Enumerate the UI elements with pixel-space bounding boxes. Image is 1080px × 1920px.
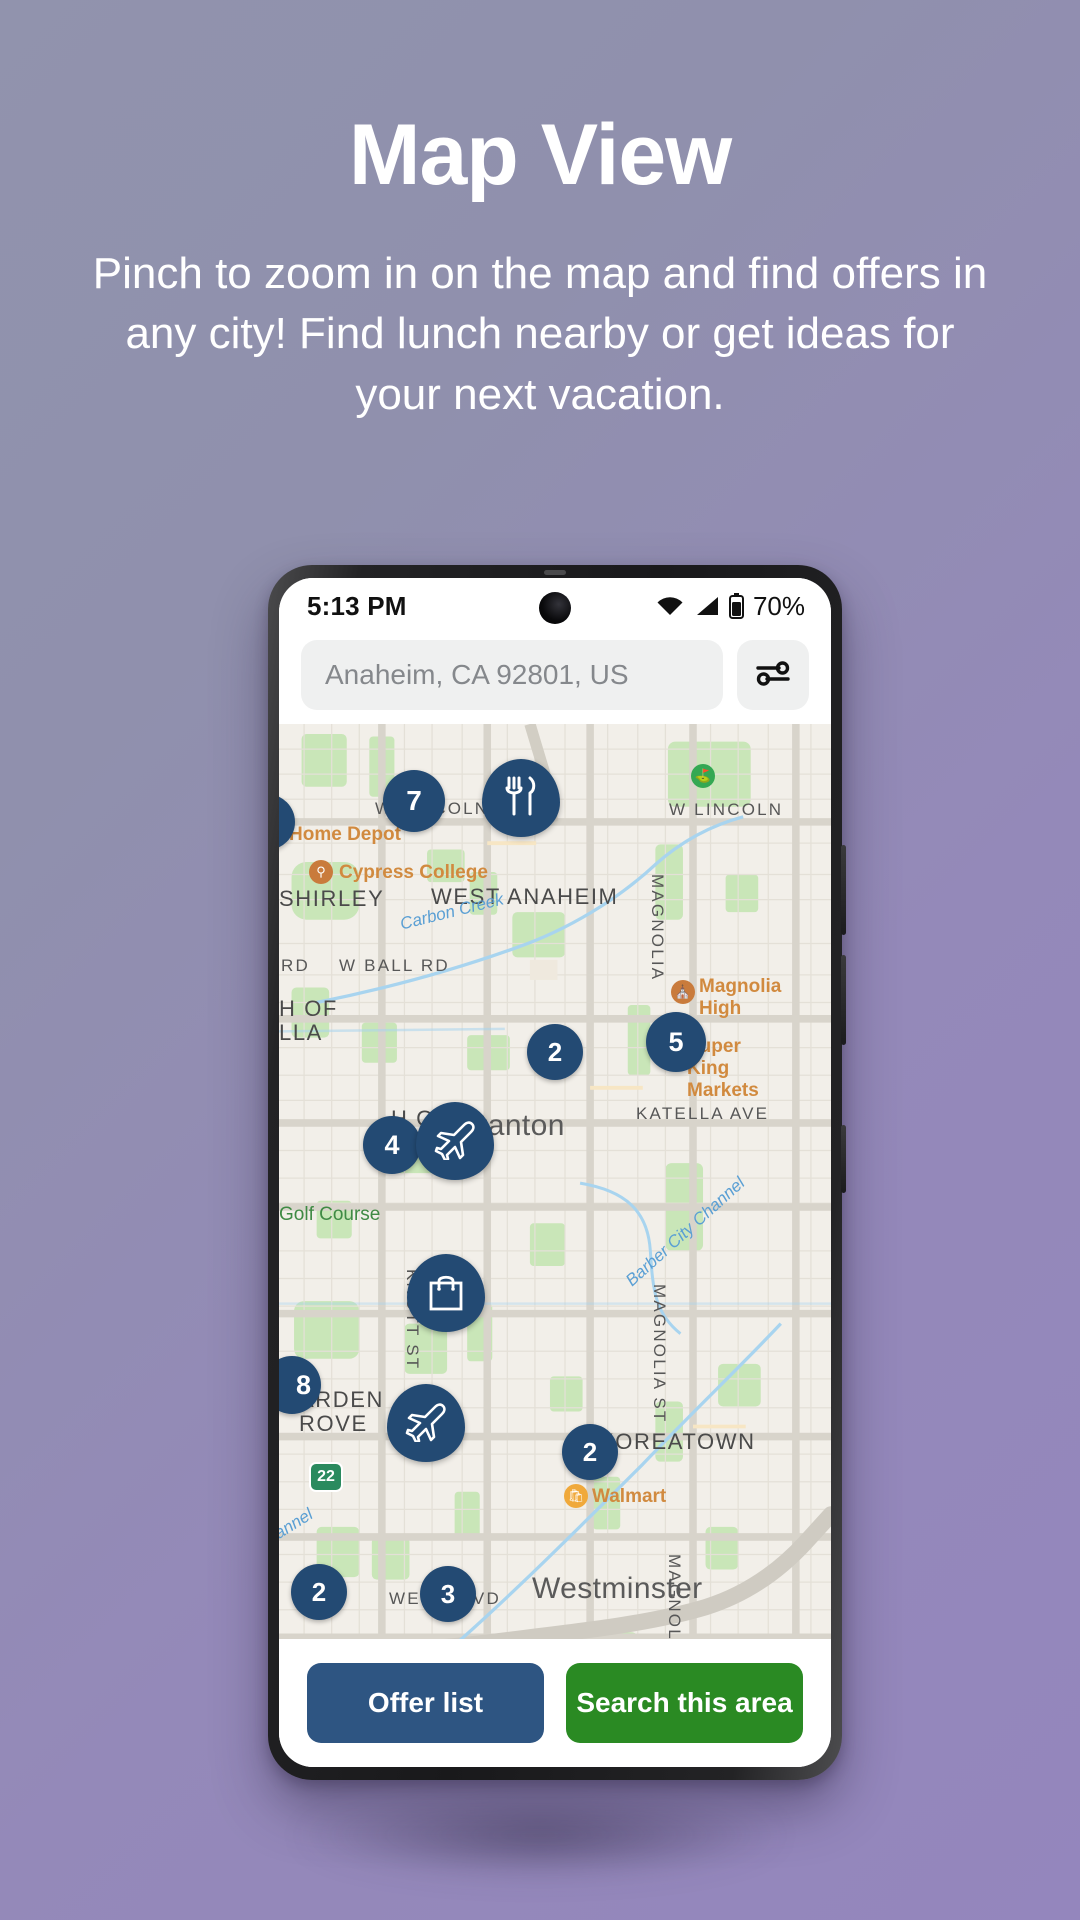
offer-list-button[interactable]: Offer list xyxy=(307,1663,544,1743)
cluster-count: 2 xyxy=(582,1436,598,1467)
phone-shadow xyxy=(290,1790,790,1880)
map-cluster-marker[interactable]: 7 xyxy=(383,770,445,832)
map-tiles xyxy=(279,724,831,1639)
volume-down-button[interactable] xyxy=(841,955,846,1045)
map-pin-travel[interactable] xyxy=(416,1102,494,1204)
park-icon: ⛳ xyxy=(691,764,715,788)
front-camera-punchhole xyxy=(539,592,571,624)
search-this-area-button[interactable]: Search this area xyxy=(566,1663,803,1743)
cluster-count: 5 xyxy=(668,1026,684,1057)
map-cluster-marker[interactable]: 2 xyxy=(527,1024,583,1080)
status-bar: 5:13 PM 70% xyxy=(279,578,831,634)
cluster-count: 8 xyxy=(295,1369,311,1400)
map-view[interactable]: W LINCOLN AVE W LINCOLN W BALL RD RD KAT… xyxy=(279,724,831,1639)
map-cluster-marker[interactable]: 2 xyxy=(291,1564,347,1620)
map-cluster-marker[interactable]: 2 xyxy=(562,1424,618,1480)
cluster-count: 2 xyxy=(311,1576,327,1607)
earpiece-speaker xyxy=(544,570,566,575)
school-icon: ⛪ xyxy=(671,980,695,1004)
bottom-action-bar: Offer list Search this area xyxy=(279,1639,831,1767)
map-pin-travel[interactable] xyxy=(387,1384,465,1486)
airplane-icon xyxy=(434,1118,476,1165)
promo-header: Map View Pinch to zoom in on the map and… xyxy=(0,0,1080,426)
cellular-signal-icon xyxy=(694,595,720,617)
phone-screen: 5:13 PM 70% Anaheim, CA 92801, US W LINC… xyxy=(279,578,831,1767)
page-title: Map View xyxy=(348,107,732,203)
store-icon: 🛍 xyxy=(564,1484,588,1508)
search-row: Anaheim, CA 92801, US xyxy=(279,634,831,724)
battery-percent-label: 70% xyxy=(752,590,805,621)
map-cluster-marker[interactable]: 5 xyxy=(646,1012,706,1072)
shopping-bag-icon xyxy=(427,1271,465,1316)
map-cluster-marker[interactable]: 4 xyxy=(363,1116,421,1174)
location-search-input[interactable]: Anaheim, CA 92801, US xyxy=(301,640,723,710)
status-time: 5:13 PM xyxy=(307,590,407,621)
map-cluster-marker[interactable]: 3 xyxy=(420,1566,476,1622)
page-subtitle: Pinch to zoom in on the map and find off… xyxy=(92,248,988,420)
battery-icon xyxy=(728,593,744,619)
cluster-count: 3 xyxy=(440,1578,456,1609)
phone-device-frame: 5:13 PM 70% Anaheim, CA 92801, US W LINC… xyxy=(268,565,846,1780)
map-pin-restaurant[interactable] xyxy=(482,759,560,861)
wifi-icon xyxy=(655,595,685,617)
school-icon: ⚲ xyxy=(309,860,333,884)
cluster-count: 7 xyxy=(406,785,422,816)
filter-button[interactable] xyxy=(737,640,809,710)
restaurant-icon xyxy=(504,776,538,821)
map-pin-shopping[interactable] xyxy=(407,1254,485,1356)
cluster-count: 2 xyxy=(547,1036,563,1067)
airplane-icon xyxy=(405,1400,447,1447)
route-shield-22: 22 xyxy=(309,1462,343,1492)
cluster-count: 4 xyxy=(384,1129,400,1160)
status-icons: 70% xyxy=(655,591,805,622)
tune-icon xyxy=(755,658,791,693)
power-button[interactable] xyxy=(841,1125,846,1193)
volume-up-button[interactable] xyxy=(841,845,846,935)
